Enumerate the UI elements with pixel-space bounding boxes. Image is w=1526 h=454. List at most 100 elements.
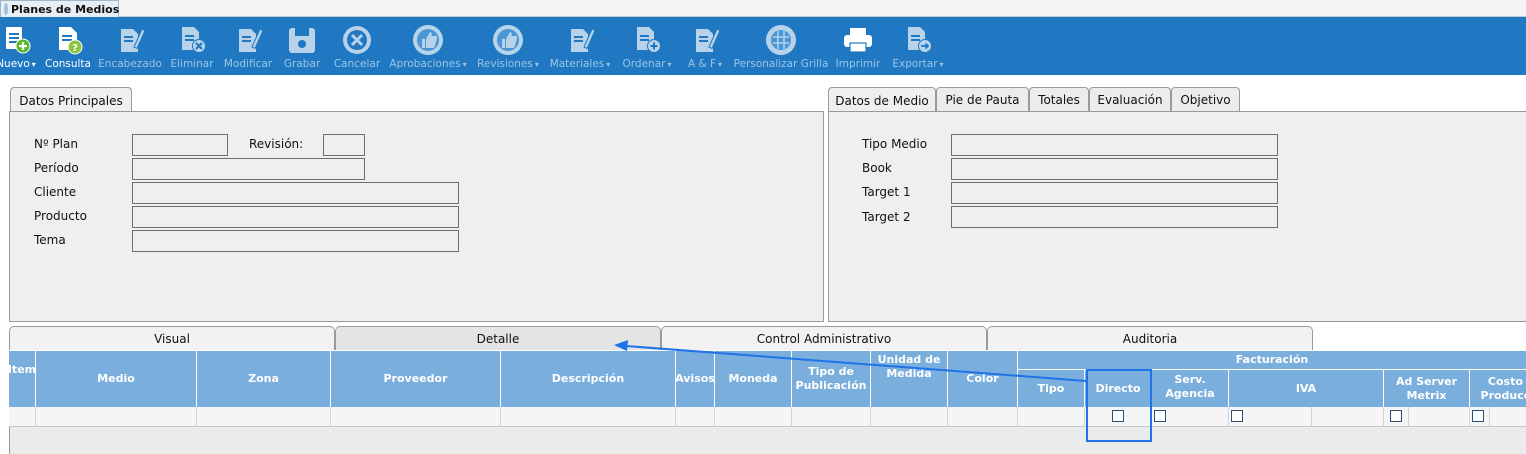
new-button[interactable]: Nuevo ▾ xyxy=(0,17,38,75)
col-moneda-header[interactable]: Moneda xyxy=(715,351,792,407)
col-color-header[interactable]: Color xyxy=(948,351,1018,407)
customize-grid-button-label: Personalizar Grilla xyxy=(733,58,829,70)
grid-cell-iva-value[interactable] xyxy=(1312,407,1384,427)
revisions-button-label: Revisiones xyxy=(477,58,533,70)
tab-evaluacion-label: Evaluación xyxy=(1097,93,1163,107)
tab-datos-principales[interactable]: Datos Principales xyxy=(10,87,132,113)
tipo-medio-input[interactable] xyxy=(951,134,1278,156)
modify-button[interactable]: Modificar xyxy=(222,17,274,75)
cancel-button[interactable]: Cancelar xyxy=(333,17,381,75)
serv-agencia-checkbox[interactable] xyxy=(1154,410,1166,422)
tab-datos-de-medio[interactable]: Datos de Medio xyxy=(828,87,936,113)
periodo-input[interactable] xyxy=(132,158,365,180)
a-and-f-button-label: A & F xyxy=(687,58,717,70)
grid-cell-serv-agencia xyxy=(1152,407,1229,427)
grid-cell-unidad-medida[interactable] xyxy=(871,407,948,427)
nro-plan-input[interactable] xyxy=(132,134,228,156)
grid-cell-tipo-publicacion[interactable] xyxy=(792,407,871,427)
delete-button[interactable]: Eliminar xyxy=(170,17,214,75)
cliente-label: Cliente xyxy=(34,185,77,199)
svg-text:?: ? xyxy=(72,43,78,54)
tab-datos-de-medio-label: Datos de Medio xyxy=(835,93,929,108)
revision-input[interactable] xyxy=(323,134,365,156)
doc-help-icon: ? xyxy=(50,23,86,57)
col-iva-header[interactable]: IVA xyxy=(1229,370,1384,407)
costo-produccion-checkbox[interactable] xyxy=(1472,410,1484,422)
col-item-header[interactable]: Item xyxy=(8,351,36,407)
col-proveedor-header[interactable]: Proveedor xyxy=(331,351,501,407)
materials-button-label: Materiales xyxy=(549,58,605,70)
window-tab[interactable]: Planes de Medios xyxy=(0,0,119,17)
grid-cell-moneda[interactable] xyxy=(715,407,792,427)
cancel-button-label: Cancelar xyxy=(333,58,381,70)
target2-label: Target 2 xyxy=(862,210,911,224)
grid-cell-color[interactable] xyxy=(948,407,1018,427)
tab-detalle[interactable]: Detalle xyxy=(335,326,661,350)
grid-cell-directo xyxy=(1085,407,1152,427)
col-ad-server-header[interactable]: Ad Server Metrix xyxy=(1384,370,1470,407)
col-avisos-header[interactable]: Avisos xyxy=(675,351,715,407)
order-button[interactable]: Ordenar ▾ xyxy=(620,17,674,75)
cancel-circle-icon xyxy=(339,23,375,57)
tab-detalle-label: Detalle xyxy=(476,331,520,346)
approvals-button[interactable]: Aprobaciones ▾ xyxy=(389,17,467,75)
materials-button[interactable]: Materiales ▾ xyxy=(549,17,611,75)
approvals-button-label: Aprobaciones xyxy=(389,58,461,70)
dropdown-caret-icon: ▾ xyxy=(939,60,944,69)
tab-visual[interactable]: Visual xyxy=(9,326,335,350)
grid-cell-proveedor[interactable] xyxy=(331,407,501,427)
new-button-label: Nuevo xyxy=(0,58,30,70)
tab-totales[interactable]: Totales xyxy=(1029,87,1089,112)
tab-auditoria[interactable]: Auditoria xyxy=(987,326,1313,350)
col-descripcion-header[interactable]: Descripción xyxy=(501,351,676,407)
consult-button[interactable]: ? Consulta xyxy=(44,17,92,75)
col-costo-produccion-header[interactable]: Costo de Producción xyxy=(1470,370,1526,407)
col-tipo-header[interactable]: Tipo xyxy=(1018,370,1085,407)
directo-checkbox[interactable] xyxy=(1112,410,1124,422)
book-label: Book xyxy=(862,161,892,175)
consult-button-label: Consulta xyxy=(44,58,91,70)
tab-evaluacion[interactable]: Evaluación xyxy=(1089,87,1171,112)
col-serv-agencia-header[interactable]: Serv. Agencia xyxy=(1152,370,1229,407)
customize-grid-button[interactable]: Personalizar Grilla xyxy=(733,17,829,75)
grid-cell-medio[interactable] xyxy=(36,407,197,427)
col-zona-header[interactable]: Zona xyxy=(197,351,331,407)
tema-input[interactable] xyxy=(132,230,459,252)
ad-server-checkbox[interactable] xyxy=(1390,410,1402,422)
table-row[interactable] xyxy=(9,407,1526,427)
col-tipo-publicacion-header[interactable]: Tipo de Publicación xyxy=(792,351,871,407)
tab-objetivo[interactable]: Objetivo xyxy=(1171,87,1240,112)
book-input[interactable] xyxy=(951,158,1278,180)
print-button[interactable]: Imprimir xyxy=(836,17,880,75)
nro-plan-label: Nº Plan xyxy=(34,137,78,151)
tab-control-administrativo[interactable]: Control Administrativo xyxy=(661,326,987,350)
header-button[interactable]: Encabezado xyxy=(98,17,162,75)
grid-cell-descripcion[interactable] xyxy=(501,407,676,427)
grid-cell-tipo[interactable] xyxy=(1018,407,1085,427)
app-window: Planes de Medios Nuevo ▾ ? Consulta Encab… xyxy=(0,0,1526,454)
save-button[interactable]: Grabar xyxy=(282,17,322,75)
export-button[interactable]: Exportar ▾ xyxy=(890,17,946,75)
target2-input[interactable] xyxy=(951,206,1278,228)
tab-pie-de-pauta[interactable]: Pie de Pauta xyxy=(936,87,1029,112)
doc-pencil-icon xyxy=(230,23,266,57)
col-directo-header[interactable]: Directo xyxy=(1085,370,1152,407)
grid-cell-avisos[interactable] xyxy=(676,407,715,427)
thumbs-up-icon xyxy=(410,23,446,57)
producto-label: Producto xyxy=(34,209,87,223)
grid-header: Item Medio Zona Proveedor Descripción Av… xyxy=(8,351,1526,407)
col-unidad-medida-header[interactable]: Unidad de Medida xyxy=(871,351,948,407)
doc-edit-icon xyxy=(112,23,148,57)
grid-cell-ad-server-value[interactable] xyxy=(1409,407,1470,427)
app-logo-icon xyxy=(4,3,8,15)
grid-cell-zona[interactable] xyxy=(197,407,331,427)
a-and-f-button[interactable]: A & F ▾ xyxy=(684,17,726,75)
print-button-label: Imprimir xyxy=(835,58,881,70)
target1-input[interactable] xyxy=(951,182,1278,204)
cliente-input[interactable] xyxy=(132,182,459,204)
revisions-button[interactable]: Revisiones ▾ xyxy=(477,17,539,75)
producto-input[interactable] xyxy=(132,206,459,228)
iva-checkbox[interactable] xyxy=(1231,410,1243,422)
grid-cell-item[interactable] xyxy=(9,407,36,427)
col-medio-header[interactable]: Medio xyxy=(36,351,197,407)
